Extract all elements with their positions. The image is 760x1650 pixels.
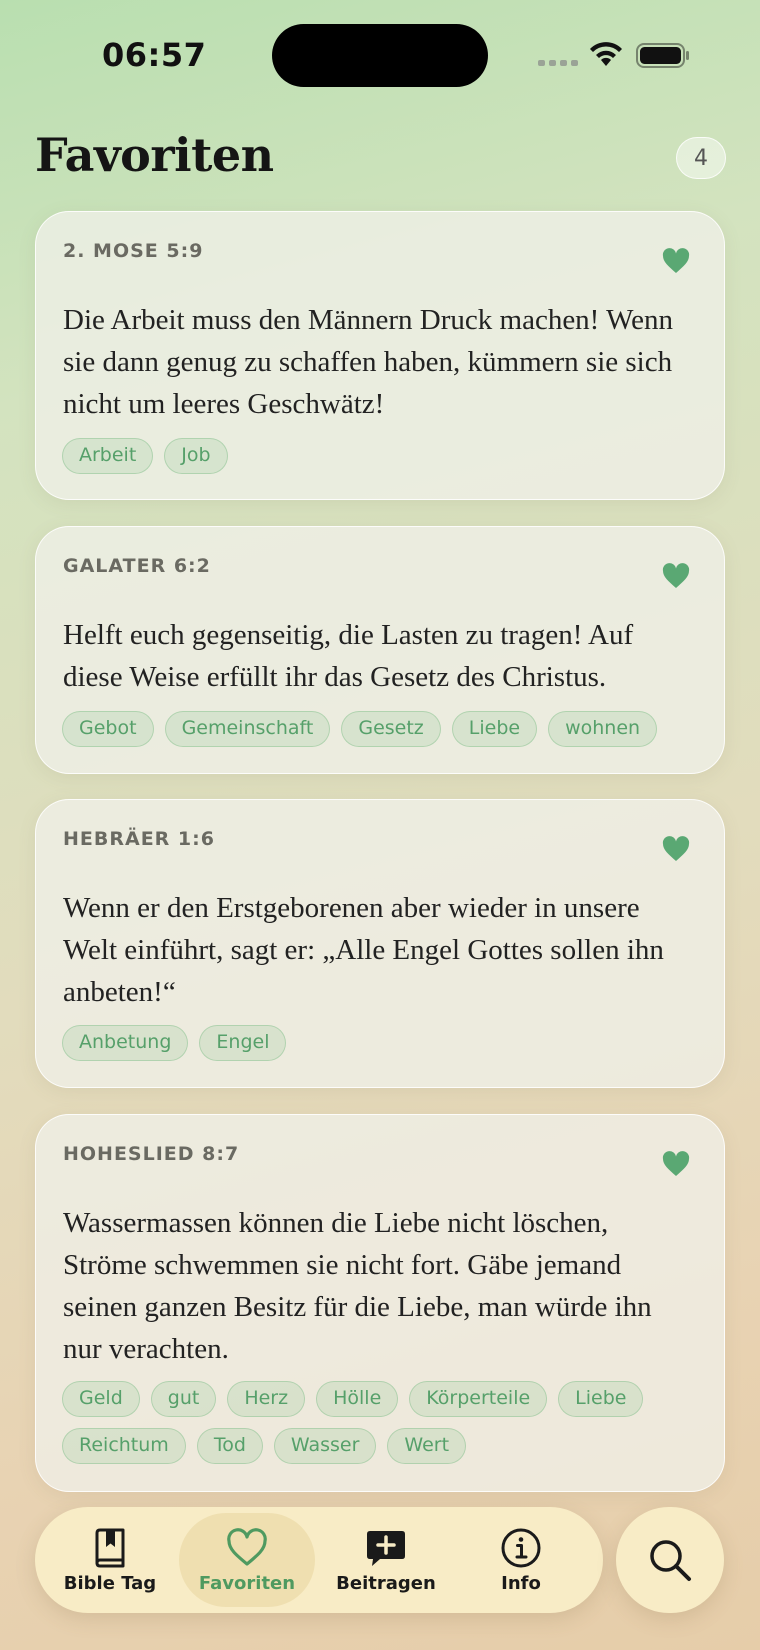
tag-chip[interactable]: Liebe: [558, 1381, 644, 1417]
tag-list: Anbetung Engel: [62, 1025, 696, 1061]
tab-favoriten[interactable]: Favoriten: [179, 1513, 315, 1607]
tag-chip[interactable]: Körperteile: [409, 1381, 548, 1417]
tag-chip[interactable]: Geld: [62, 1381, 140, 1417]
tag-chip[interactable]: Job: [164, 438, 228, 474]
tab-beitragen[interactable]: Beitragen: [318, 1513, 454, 1607]
verse-text: Die Arbeit muss den Männern Druck machen…: [63, 304, 673, 420]
tag-chip[interactable]: Liebe: [451, 711, 538, 747]
verse-text: Wenn er den Erstgeborenen aber wieder in…: [63, 892, 664, 1008]
favorite-heart-icon[interactable]: [662, 563, 690, 589]
status-time: 06:57: [102, 36, 207, 74]
verse-reference: HEBRÄER 1:6: [63, 828, 215, 850]
info-icon: [501, 1528, 541, 1568]
tag-chip[interactable]: Wasser: [273, 1428, 377, 1464]
search-icon: [650, 1540, 691, 1581]
tag-chip[interactable]: Gebot: [62, 711, 154, 747]
verse-reference: 2. MOSE 5:9: [63, 240, 204, 262]
dynamic-island: [272, 24, 488, 87]
favorite-heart-icon[interactable]: [662, 1151, 690, 1177]
verse-reference: HOHESLIED 8:7: [63, 1143, 240, 1165]
battery-icon: [636, 43, 689, 68]
tag-chip[interactable]: Hölle: [316, 1381, 399, 1417]
tag-list: Geld gut Herz Hölle Körperteile Liebe Re…: [62, 1381, 696, 1464]
tab-label: Beitragen: [336, 1573, 436, 1594]
tag-chip[interactable]: Gesetz: [341, 711, 441, 747]
tag-chip[interactable]: Tod: [196, 1428, 263, 1464]
tab-bar: Bible Tag Favoriten Beitragen Info: [35, 1507, 603, 1613]
tab-label: Info: [501, 1573, 541, 1594]
book-icon: [95, 1528, 125, 1568]
favorite-heart-icon[interactable]: [662, 836, 690, 862]
search-button[interactable]: [616, 1507, 724, 1613]
tag-list: Gebot Gemeinschaft Gesetz Liebe wohnen: [62, 711, 696, 747]
verse-card[interactable]: HEBRÄER 1:6 Wenn er den Erstgeborenen ab…: [35, 799, 725, 1088]
favorite-heart-icon[interactable]: [662, 248, 690, 274]
wifi-icon: [590, 42, 622, 66]
verse-text: Wassermassen können die Liebe nicht lösc…: [63, 1207, 652, 1365]
tag-chip[interactable]: Reichtum: [62, 1428, 186, 1464]
tab-info[interactable]: Info: [453, 1513, 589, 1607]
tag-chip[interactable]: Herz: [227, 1381, 306, 1417]
add-message-icon: [367, 1531, 405, 1566]
page-title: Favoriten: [35, 128, 274, 182]
tab-label: Favoriten: [198, 1573, 296, 1594]
verse-card[interactable]: 2. MOSE 5:9 Die Arbeit muss den Männern …: [35, 211, 725, 500]
tab-bible-tag[interactable]: Bible Tag: [42, 1513, 178, 1607]
tag-chip[interactable]: Anbetung: [62, 1025, 189, 1061]
verse-reference: GALATER 6:2: [63, 555, 211, 577]
tag-chip[interactable]: wohnen: [548, 711, 658, 747]
heart-icon: [227, 1528, 267, 1566]
tag-chip[interactable]: Engel: [199, 1025, 287, 1061]
tag-chip[interactable]: gut: [150, 1381, 217, 1417]
tag-chip[interactable]: Gemeinschaft: [164, 711, 331, 747]
tab-label: Bible Tag: [63, 1573, 157, 1594]
tag-chip[interactable]: Wert: [387, 1428, 467, 1464]
favorites-count-badge: 4: [676, 137, 726, 179]
tag-chip[interactable]: Arbeit: [62, 438, 154, 474]
cellular-signal-icon: [538, 60, 578, 68]
verse-card[interactable]: GALATER 6:2 Helft euch gegenseitig, die …: [35, 526, 725, 774]
tag-list: Arbeit Job: [62, 438, 696, 474]
verse-card[interactable]: HOHESLIED 8:7 Wassermassen können die Li…: [35, 1114, 725, 1492]
verse-text: Helft euch gegenseitig, die Lasten zu tr…: [63, 619, 634, 693]
